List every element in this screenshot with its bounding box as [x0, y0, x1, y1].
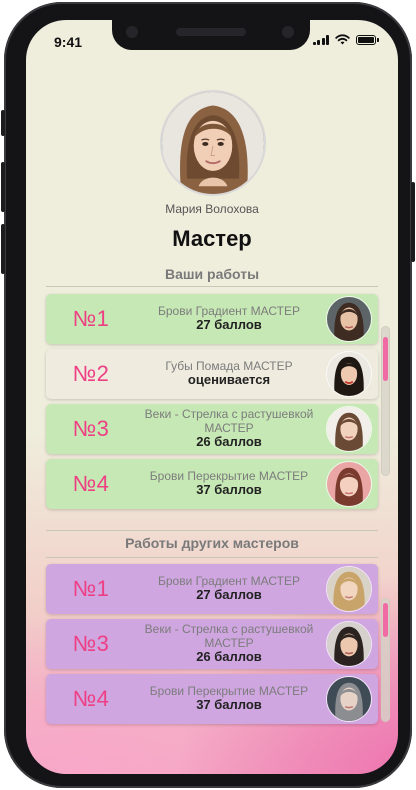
speaker-grille	[176, 28, 246, 36]
work-number: №3	[72, 416, 110, 441]
divider	[46, 286, 378, 287]
work-photo	[326, 461, 372, 507]
divider	[46, 530, 378, 531]
work-info: Брови Перекрытие МАСТЕР 37 баллов	[136, 468, 326, 499]
section-title-other-works: Работы других мастеров	[125, 535, 299, 551]
work-info: Брови Градиент МАСТЕР 27 баллов	[136, 303, 326, 334]
status-icons	[312, 34, 379, 45]
work-card[interactable]: №3 Веки - Стрелка с растушевкой МАСТЕР 2…	[46, 619, 378, 669]
work-info: Брови Перекрытие МАСТЕР 37 баллов	[136, 683, 326, 714]
work-photo	[326, 621, 372, 667]
work-photo	[326, 676, 372, 722]
notch	[112, 20, 310, 50]
section-title-my-works: Ваши работы	[164, 266, 260, 282]
other-works-scrollbar[interactable]	[381, 598, 390, 722]
work-card[interactable]: №2 Губы Помада МАСТЕР оценивается	[46, 349, 378, 399]
front-camera	[282, 26, 294, 38]
my-works-scrollbar[interactable]	[381, 326, 390, 476]
work-number: №1	[72, 576, 110, 601]
work-photo	[326, 406, 372, 452]
work-score: 37 баллов	[196, 482, 262, 498]
work-card[interactable]: №3 Веки - Стрелка с растушевкой МАСТЕР 2…	[46, 404, 378, 454]
sensor-dot	[126, 26, 138, 38]
wifi-icon	[335, 34, 350, 45]
page-title: Мастер	[172, 226, 252, 251]
cellular-signal-icon	[312, 34, 329, 45]
other-works-scroll-thumb[interactable]	[383, 603, 388, 637]
work-score: 37 баллов	[196, 697, 262, 713]
my-works-list: №1 Брови Градиент МАСТЕР 27 баллов №2 Гу…	[46, 294, 378, 514]
my-works-scroll-thumb[interactable]	[383, 337, 388, 381]
work-info: Губы Помада МАСТЕР оценивается	[136, 358, 326, 389]
work-title: Брови Градиент МАСТЕР	[158, 573, 300, 588]
work-info: Брови Градиент МАСТЕР 27 баллов	[136, 573, 326, 604]
work-card[interactable]: №4 Брови Перекрытие МАСТЕР 37 баллов	[46, 459, 378, 509]
work-card[interactable]: №1 Брови Градиент МАСТЕР 27 баллов	[46, 294, 378, 344]
work-title: Брови Перекрытие МАСТЕР	[149, 683, 309, 698]
work-title: Веки - Стрелка с растушевкой МАСТЕР	[144, 406, 314, 435]
work-title: Веки - Стрелка с растушевкой МАСТЕР	[144, 621, 314, 650]
work-photo	[326, 566, 372, 612]
volume-up-button	[1, 162, 5, 212]
battery-icon	[356, 34, 379, 45]
avatar-portrait	[162, 92, 264, 194]
power-button	[411, 182, 415, 262]
work-number: №4	[72, 471, 110, 496]
other-works-list: №1 Брови Градиент МАСТЕР 27 баллов №3 Ве…	[46, 564, 378, 729]
work-card[interactable]: №4 Брови Перекрытие МАСТЕР 37 баллов	[46, 674, 378, 724]
work-photo	[326, 351, 372, 397]
work-number: №4	[72, 686, 110, 711]
status-time: 9:41	[54, 34, 83, 50]
work-score: оценивается	[187, 372, 271, 388]
work-title: Губы Помада МАСТЕР	[165, 358, 293, 373]
work-title: Брови Градиент МАСТЕР	[158, 303, 300, 318]
work-title: Брови Перекрытие МАСТЕР	[149, 468, 309, 483]
volume-down-button	[1, 224, 5, 274]
work-card[interactable]: №1 Брови Градиент МАСТЕР 27 баллов	[46, 564, 378, 614]
work-score: 27 баллов	[196, 317, 262, 333]
work-number: №3	[72, 631, 110, 656]
work-score: 27 баллов	[196, 587, 262, 603]
app-screen: 9:41 Мария Волохова Мастер Ваши работы №…	[26, 20, 398, 774]
work-number: №2	[72, 361, 110, 386]
work-photo	[326, 296, 372, 342]
work-info: Веки - Стрелка с растушевкой МАСТЕР 26 б…	[136, 621, 326, 666]
mute-switch	[1, 110, 5, 136]
avatar[interactable]	[160, 90, 266, 196]
work-score: 26 баллов	[196, 434, 262, 450]
work-number: №1	[72, 306, 110, 331]
user-name: Мария Волохова	[165, 202, 259, 216]
phone-frame: 9:41 Мария Волохова Мастер Ваши работы №…	[1, 2, 415, 788]
divider	[46, 557, 378, 558]
work-info: Веки - Стрелка с растушевкой МАСТЕР 26 б…	[136, 406, 326, 451]
work-score: 26 баллов	[196, 649, 262, 665]
